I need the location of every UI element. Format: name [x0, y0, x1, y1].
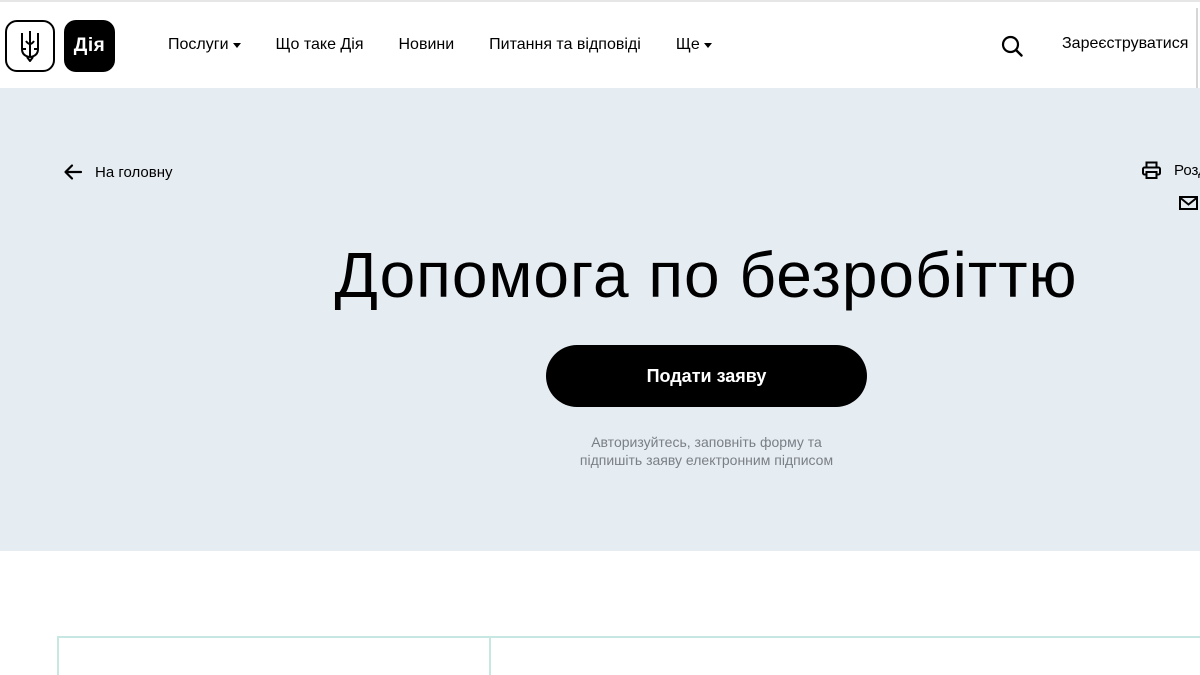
trident-logo[interactable] — [5, 20, 55, 72]
nav-more-label: Ще — [675, 36, 700, 53]
trident-icon — [21, 31, 39, 62]
apply-hint-line-1: Авторизуйтесь, заповніть форму та — [591, 434, 822, 450]
nav-faq-label: Питання та відповіді — [489, 36, 641, 53]
nav-about[interactable]: Що таке Дія — [276, 36, 364, 54]
chevron-down-icon — [232, 43, 241, 48]
nav-services[interactable]: Послуги — [168, 36, 241, 54]
header-edge-divider — [1196, 8, 1198, 88]
search-icon[interactable] — [1001, 35, 1023, 57]
nav-more[interactable]: Ще — [676, 36, 712, 54]
print-link-label: Розд — [1174, 161, 1200, 179]
nav-services-label: Послуги — [168, 36, 229, 53]
printer-icon — [1142, 161, 1161, 179]
apply-hint-line-2: підпишіть заяву електронним підписом — [579, 452, 834, 468]
nav-news[interactable]: Новини — [398, 36, 454, 54]
page-title: Допомога по безробіттю — [334, 239, 1078, 311]
site-header: Дія Послуги Що таке Дія Новини Питання т… — [0, 2, 1200, 88]
apply-hint: Авторизуйтесь, заповніть форму та підпиш… — [500, 433, 913, 469]
nav-faq[interactable]: Питання та відповіді — [489, 36, 641, 54]
nav-news-label: Новини — [398, 36, 455, 53]
hero-section: На головну Розд Допомога по безробіттю П… — [0, 88, 1200, 551]
nav-about-label: Що таке Дія — [275, 36, 364, 53]
register-link[interactable]: Зареєструватися — [1062, 35, 1188, 53]
print-link[interactable]: Розд — [1142, 161, 1200, 179]
back-link-label: На головну — [95, 163, 173, 181]
content-table-divider — [489, 636, 491, 675]
diia-logo[interactable]: Дія — [64, 20, 115, 72]
main-nav: Послуги Що таке Дія Новини Питання та ві… — [168, 2, 747, 88]
chevron-down-icon — [703, 43, 712, 48]
arrow-left-icon — [64, 164, 83, 180]
back-to-home-link[interactable]: На головну — [63, 163, 173, 181]
mail-icon[interactable] — [1179, 195, 1198, 211]
content-table-frame — [57, 636, 1200, 675]
apply-button[interactable]: Подати заяву — [546, 345, 867, 407]
